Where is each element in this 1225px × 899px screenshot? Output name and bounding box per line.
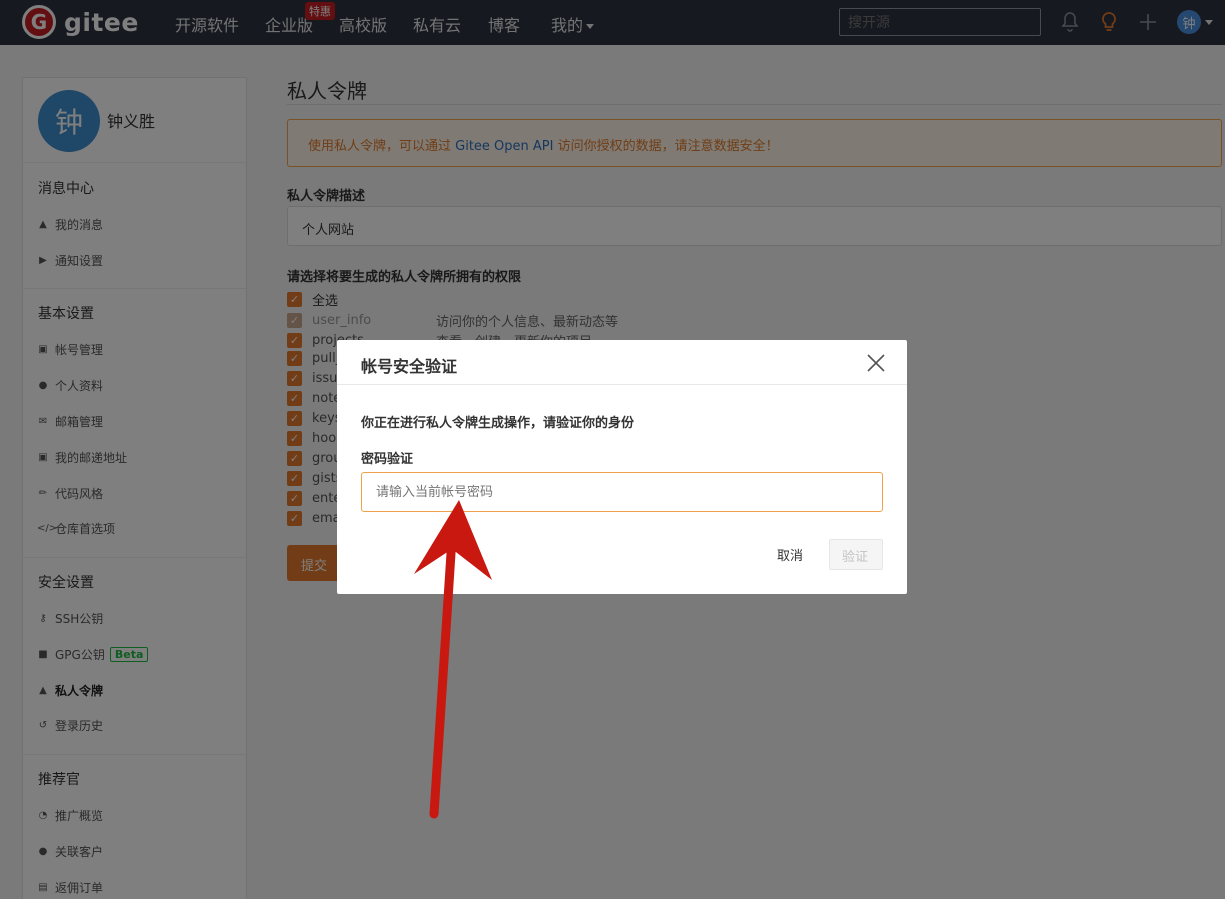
account-verify-dialog: 帐号安全验证 你正在进行私人令牌生成操作，请验证你的身份 密码验证 取消 验证 [337,340,907,594]
close-icon[interactable] [865,352,887,374]
password-label: 密码验证 [361,452,414,467]
password-input[interactable] [361,472,883,512]
dialog-message: 你正在进行私人令牌生成操作，请验证你的身份 [361,416,635,431]
dialog-title: 帐号安全验证 [361,357,458,376]
verify-button[interactable]: 验证 [829,539,883,570]
cancel-button[interactable]: 取消 [777,545,803,564]
dialog-header: 帐号安全验证 [337,340,907,385]
